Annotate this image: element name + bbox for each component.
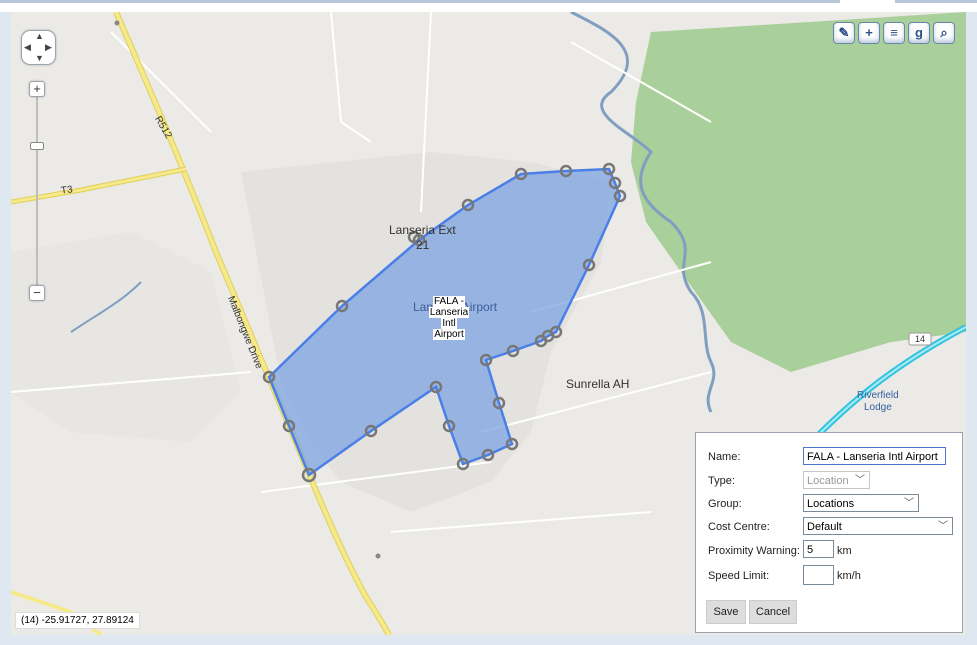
coordinate-readout: (14) -25.91727, 27.89124 xyxy=(15,612,140,629)
urban-area-west xyxy=(11,232,241,442)
polygon-label-line4: Airport xyxy=(433,329,465,340)
pan-right-icon[interactable]: ▶ xyxy=(45,43,52,52)
label-riverfield-lodge: Lodge xyxy=(864,402,892,413)
group-select[interactable]: Locations ﹀ xyxy=(803,494,919,512)
speed-limit-unit: km/h xyxy=(837,570,861,582)
cost-centre-value: Default xyxy=(807,521,842,533)
chevron-down-icon: ﹀ xyxy=(855,475,865,486)
group-value: Locations xyxy=(807,498,855,510)
type-value: Location xyxy=(807,475,849,487)
cost-centre-label: Cost Centre: xyxy=(708,521,770,533)
chevron-down-icon: ﹀ xyxy=(938,521,948,532)
polygon-label: FALA - Lanseria Intl Airport xyxy=(418,296,480,340)
proximity-field[interactable]: 5 xyxy=(803,540,834,558)
polygon-label-line3: Intl xyxy=(441,318,457,329)
pan-control[interactable]: ▲ ◀ ▶ ▼ xyxy=(21,30,56,65)
label-lanseria-ext: Lanseria Ext xyxy=(389,223,456,237)
pan-up-icon[interactable]: ▲ xyxy=(35,32,44,41)
group-label: Group: xyxy=(708,498,742,510)
type-select: Location ﹀ xyxy=(803,471,870,489)
label-lanseria-ext-num: 21 xyxy=(416,238,430,252)
zoom-slider-track[interactable] xyxy=(36,97,38,297)
edit-icon[interactable]: ✎ xyxy=(833,22,855,44)
cost-centre-select[interactable]: Default ﹀ xyxy=(803,517,953,535)
polygon-label-line2: Lanseria xyxy=(428,307,470,318)
location-edit-panel: Name: FALA - Lanseria Intl Airport Type:… xyxy=(695,432,963,633)
top-bar xyxy=(0,0,977,12)
zoom-out-button[interactable]: − xyxy=(29,285,45,301)
label-t3: T3 xyxy=(60,184,74,197)
zoom-slider-thumb[interactable] xyxy=(30,142,44,150)
pan-down-icon[interactable]: ▼ xyxy=(35,54,44,63)
speed-limit-label: Speed Limit: xyxy=(708,570,770,582)
proximity-unit: km xyxy=(837,545,852,557)
speed-limit-field[interactable] xyxy=(803,565,834,585)
save-button[interactable]: Save xyxy=(706,600,746,624)
zoom-in-button[interactable]: + xyxy=(29,81,45,97)
pan-left-icon[interactable]: ◀ xyxy=(24,43,31,52)
search-icon[interactable]: ⌕ xyxy=(933,22,955,44)
google-icon[interactable]: g xyxy=(908,22,930,44)
cancel-button[interactable]: Cancel xyxy=(749,600,797,624)
label-route-14: 14 xyxy=(915,334,926,344)
name-field[interactable]: FALA - Lanseria Intl Airport xyxy=(803,447,946,465)
chevron-down-icon: ﹀ xyxy=(904,498,914,509)
layers-icon[interactable]: ≡ xyxy=(883,22,905,44)
type-label: Type: xyxy=(708,475,735,487)
proximity-label: Proximity Warning: xyxy=(708,545,800,557)
polygon-label-line1: FALA - xyxy=(432,296,465,307)
name-label: Name: xyxy=(708,451,741,463)
label-riverfield: Riverfield xyxy=(857,390,899,401)
add-icon[interactable]: + xyxy=(858,22,880,44)
park-area xyxy=(631,12,966,372)
top-border xyxy=(0,0,840,3)
label-sunrella: Sunrella AH xyxy=(566,377,630,391)
top-border-right xyxy=(895,0,977,3)
